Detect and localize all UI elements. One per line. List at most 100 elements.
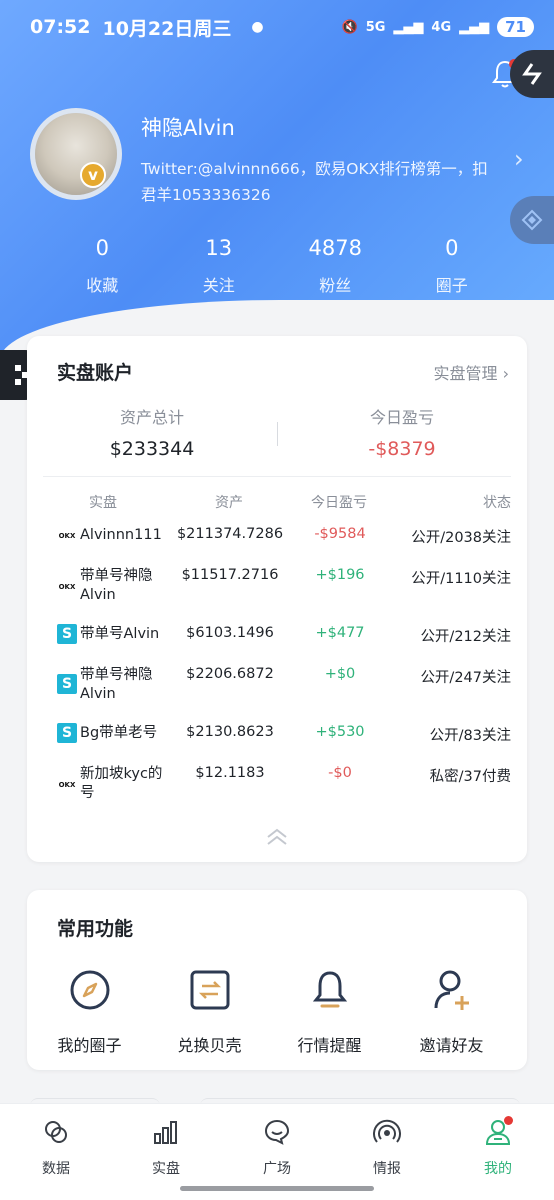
account-pnl: -$0 <box>328 765 352 781</box>
account-status: 公开/2038关注 <box>411 530 511 546</box>
username[interactable]: 神隐Alvin <box>141 112 235 142</box>
tab-label: 广场 <box>263 1161 291 1177</box>
status-date: 10月22日周三 <box>102 17 232 40</box>
feature-market-alert[interactable]: 行情提醒 <box>267 968 392 1056</box>
home-indicator[interactable] <box>180 1186 374 1191</box>
battery-indicator: 71 <box>497 17 534 37</box>
account-asset: $2206.6872 <box>186 666 274 682</box>
floating-side-button[interactable] <box>510 50 554 98</box>
account-name: 带单号Alvin <box>80 626 160 642</box>
account-asset: $211374.7286 <box>176 526 284 542</box>
chat-icon <box>264 1119 290 1145</box>
chevron-right-icon[interactable]: › <box>514 145 524 173</box>
tab-square[interactable]: 广场 <box>237 1118 317 1178</box>
account-name: 带单号神隐Alvin <box>80 568 153 603</box>
tab-mine[interactable]: 我的 <box>458 1116 538 1178</box>
column-header: 资产 <box>215 495 243 511</box>
card-title: 常用功能 <box>57 918 134 940</box>
collapse-up-icon[interactable] <box>265 828 289 846</box>
common-features-card: 常用功能 我的圈子 兑换贝壳 行情提醒 邀请好友 <box>27 890 527 1070</box>
account-name: 新加坡kyc的号 <box>80 766 163 801</box>
stat-number: 4878 <box>308 236 362 260</box>
feature-my-circles[interactable]: 我的圈子 <box>27 968 152 1056</box>
exchange-icon <box>190 970 229 1010</box>
feature-exchange-shells[interactable]: 兑换贝壳 <box>147 968 272 1056</box>
feature-label: 邀请好友 <box>419 1036 484 1055</box>
data-icon <box>45 1121 67 1143</box>
stat-label: 圈子 <box>435 276 468 295</box>
account-name: Bg带单老号 <box>80 725 158 741</box>
feature-invite-friends[interactable]: 邀请好友 <box>389 968 514 1056</box>
total-assets-label: 资产总计 <box>119 408 184 427</box>
account-status: 公开/83关注 <box>429 728 511 744</box>
feature-label: 兑换贝壳 <box>177 1036 242 1055</box>
floating-binance-button[interactable] <box>510 196 554 244</box>
okx-logo-icon: OKX <box>57 526 77 546</box>
column-header: 今日盈亏 <box>311 495 367 511</box>
account-asset: $6103.1496 <box>186 625 274 641</box>
tab-label: 情报 <box>373 1161 401 1177</box>
tab-label: 数据 <box>42 1161 70 1177</box>
bitget-logo-icon: S <box>57 624 77 644</box>
manage-label: 实盘管理 <box>433 364 498 383</box>
today-pnl-label: 今日盈亏 <box>369 408 434 427</box>
stat-following[interactable]: 13 关注 <box>161 236 278 296</box>
network-4g-label: 4G <box>431 19 452 35</box>
status-bar: 07:52 10月22日周三 ● 🔇 5G ▂▄▆ 4G ▂▄▆ 71 <box>30 12 534 42</box>
live-accounts-card: 实盘账户 实盘管理 › 资产总计 $233344 今日盈亏 -$8379 实盘 … <box>27 336 527 862</box>
tab-intel[interactable]: 情报 <box>347 1118 427 1178</box>
signal-icon: ▂▄▆ <box>393 19 424 35</box>
today-pnl-value: -$8379 <box>368 438 436 460</box>
tab-data[interactable]: 数据 <box>16 1118 96 1178</box>
okx-logo-icon: OKX <box>57 577 77 597</box>
broadcast-icon <box>373 1119 401 1143</box>
network-5g-label: 5G <box>365 19 386 35</box>
stat-label: 关注 <box>202 276 235 295</box>
bar-chart-icon <box>154 1121 177 1144</box>
account-status: 公开/1110关注 <box>411 571 511 587</box>
summary-divider <box>277 422 278 446</box>
account-pnl: +$530 <box>315 724 365 740</box>
signal-icon: ▂▄▆ <box>459 19 490 35</box>
divider <box>43 476 511 477</box>
chevron-right-icon: › <box>502 364 509 383</box>
account-asset: $11517.2716 <box>181 567 279 583</box>
tab-live[interactable]: 实盘 <box>126 1118 206 1178</box>
account-asset: $12.1183 <box>195 765 265 781</box>
verified-badge: v <box>80 162 106 188</box>
swap-arrows-icon <box>522 63 542 85</box>
bell-icon <box>312 971 347 1008</box>
tab-label: 我的 <box>484 1161 512 1177</box>
today-pnl: 今日盈亏 -$8379 <box>277 404 527 460</box>
total-assets-value: $233344 <box>109 438 195 460</box>
stat-followers[interactable]: 4878 粉丝 <box>277 236 394 296</box>
notification-dot <box>504 1116 513 1125</box>
manage-accounts-link[interactable]: 实盘管理 › <box>433 360 509 384</box>
avatar[interactable] <box>30 108 122 200</box>
mute-icon: 🔇 <box>341 19 358 35</box>
binance-icon <box>521 209 543 231</box>
add-user-icon <box>434 970 469 1010</box>
account-name: 带单号神隐Alvin <box>80 667 153 702</box>
stat-favorites[interactable]: 0 收藏 <box>44 236 161 296</box>
total-assets: 资产总计 $233344 <box>27 404 277 460</box>
feature-label: 我的圈子 <box>57 1036 122 1055</box>
account-summary: 资产总计 $233344 今日盈亏 -$8379 <box>27 404 527 460</box>
stat-circles[interactable]: 0 圈子 <box>394 236 511 296</box>
account-pnl: +$0 <box>324 666 356 682</box>
account-status: 公开/247关注 <box>420 670 511 686</box>
status-time: 07:52 <box>30 16 91 38</box>
notification-dot: ● <box>251 19 264 35</box>
feature-label: 行情提醒 <box>297 1036 362 1055</box>
account-asset: $2130.8623 <box>186 724 274 740</box>
profile-bio[interactable]: Twitter:@alvinnn666，欧易OKX排行榜第一，扣君羊105333… <box>141 156 501 208</box>
bitget-logo-icon: S <box>57 674 77 694</box>
tab-label: 实盘 <box>152 1161 180 1177</box>
stat-label: 收藏 <box>86 276 119 295</box>
account-pnl: -$9584 <box>314 526 366 542</box>
account-pnl: +$477 <box>315 625 365 641</box>
stat-number: 0 <box>95 236 109 260</box>
card-title: 实盘账户 <box>57 362 134 384</box>
column-header: 状态 <box>483 495 511 511</box>
stat-number: 13 <box>205 236 233 260</box>
